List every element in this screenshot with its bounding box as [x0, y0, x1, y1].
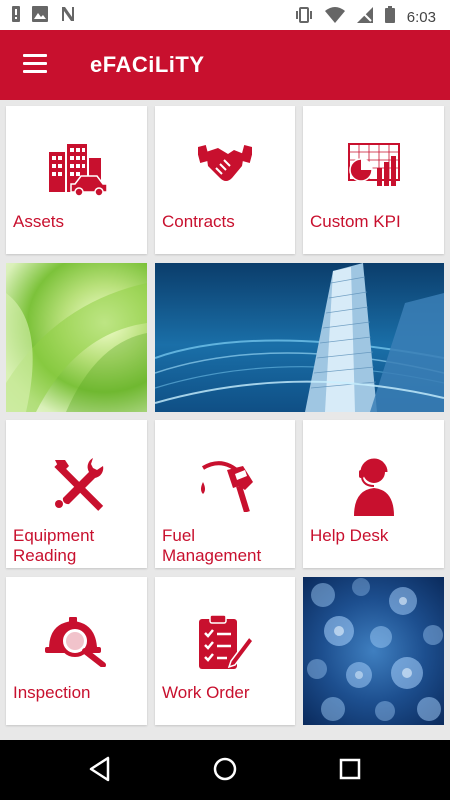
dashboard-grid: Assets Contracts Custom KPI Equipment Re…: [0, 100, 450, 740]
tile-label: Equipment Reading: [13, 526, 95, 565]
hardhat-magnifier-icon: [6, 613, 147, 667]
tile-label: Work Order: [162, 683, 250, 702]
tile-label: Custom KPI: [310, 212, 401, 231]
green-abstract-image: [6, 263, 147, 412]
tile-label: Help Desk: [310, 526, 389, 545]
blue-bokeh-image: [303, 577, 444, 725]
wifi-icon: [324, 6, 345, 28]
tile-help-desk[interactable]: Help Desk: [303, 420, 444, 568]
tile-fuel-management[interactable]: Fuel Management: [155, 420, 295, 568]
tile-label: Contracts: [162, 212, 235, 231]
back-icon[interactable]: [88, 756, 112, 787]
tile-label: Assets: [13, 212, 65, 231]
handshake-icon: [155, 142, 295, 186]
n-icon: [60, 6, 76, 27]
app-title: eFACiLiTY: [90, 52, 205, 77]
hamburger-menu-icon[interactable]: [23, 54, 47, 74]
home-icon[interactable]: [212, 756, 238, 787]
app-bar: eFACiLiTY: [0, 30, 450, 100]
tools-icon: [6, 456, 147, 512]
alert-icon: [12, 6, 20, 27]
tile-label: Inspection: [13, 683, 91, 702]
navigation-bar: [0, 740, 450, 800]
vibrate-icon: [295, 6, 313, 28]
signal-icon: [356, 6, 373, 28]
tile-custom-kpi[interactable]: Custom KPI: [303, 106, 444, 254]
buildings-car-icon: [6, 142, 147, 196]
skyscraper-image: [155, 263, 444, 412]
tile-work-order[interactable]: Work Order: [155, 577, 295, 725]
tile-equipment-reading[interactable]: Equipment Reading: [6, 420, 147, 568]
recents-icon[interactable]: [338, 756, 362, 787]
battery-icon: [384, 6, 395, 28]
status-bar: 6:03: [0, 0, 450, 30]
kpi-chart-icon: [303, 142, 444, 188]
tile-label: Fuel Management: [162, 526, 262, 565]
fuel-nozzle-icon: [155, 456, 295, 512]
tile-assets[interactable]: Assets: [6, 106, 147, 254]
clipboard-pen-icon: [155, 613, 295, 671]
image-icon: [32, 6, 48, 27]
headset-agent-icon: [303, 456, 444, 516]
tile-contracts[interactable]: Contracts: [155, 106, 295, 254]
clock: 6:03: [406, 8, 436, 26]
tile-inspection[interactable]: Inspection: [6, 577, 147, 725]
